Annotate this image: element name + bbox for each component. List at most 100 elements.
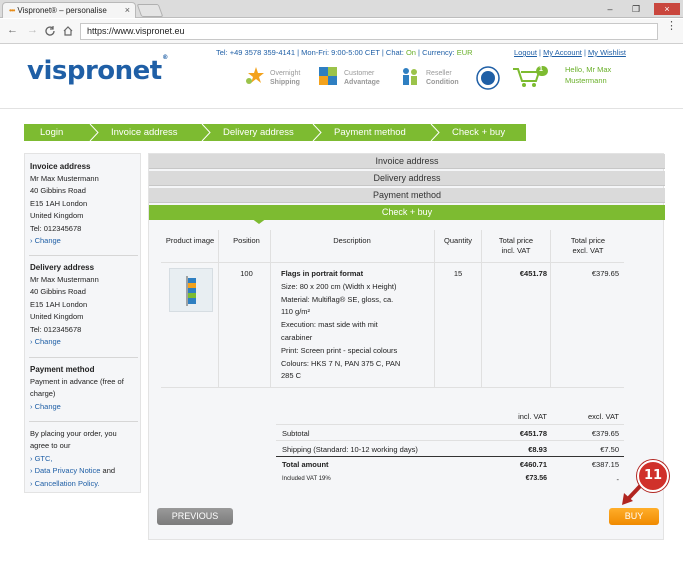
usp-1-line1: Overnight (270, 70, 301, 77)
total-label: Total amount (282, 460, 329, 469)
previous-button[interactable]: PREVIOUS (157, 508, 233, 525)
invoice-line: United Kingdom (30, 211, 84, 221)
step-payment-method[interactable]: Payment method (318, 124, 440, 141)
col-position: Position (233, 236, 260, 245)
cancellation-policy-link[interactable]: › Cancellation Policy. (30, 478, 138, 490)
vispronet-logo[interactable]: vispronet ® (27, 54, 168, 86)
delivery-change-link[interactable]: › Change (30, 336, 138, 348)
step-number-badge: 11 (637, 460, 669, 492)
sidebar-payment-title: Payment method (30, 365, 95, 374)
back-arrow-icon[interactable]: ← (7, 24, 18, 36)
table-divider (161, 262, 624, 263)
col-incl-line2: incl. VAT (501, 246, 531, 255)
gtc-link[interactable]: › GTC, (30, 453, 138, 465)
item-detail: Size: 80 x 200 cm (Width x Height) (281, 281, 397, 291)
vat-label: Included VAT 19% (282, 476, 331, 482)
sidebar-terms: By placing your order, you agree to our … (30, 428, 138, 490)
tab-close-icon[interactable]: × (125, 5, 130, 15)
delivery-line: E15 1AH London (30, 299, 88, 309)
col-incl-line1: Total price (498, 236, 534, 245)
people-icon (403, 68, 417, 85)
vat-incl: €73.56 (525, 475, 547, 482)
summary-incl-header: incl. VAT (518, 412, 547, 421)
buy-button[interactable]: BUY (609, 508, 659, 525)
phone-number: Tel: +49 3578 359-4141 (216, 48, 296, 57)
total-incl: €460.71 (519, 460, 547, 469)
subtotal-incl: €451.78 (519, 429, 547, 438)
my-wishlist-link[interactable]: My Wishlist (588, 48, 626, 57)
privacy-notice-link[interactable]: › Data Privacy Notice (30, 466, 100, 475)
greeting-line1: Hello, Mr Max (565, 65, 612, 74)
my-account-link[interactable]: My Account (543, 48, 582, 57)
sidebar-delivery-title: Delivery address (30, 263, 95, 272)
business-hours: Mon-Fri: 9:00-5:00 CET (301, 48, 380, 57)
logout-link[interactable]: Logout (514, 48, 537, 57)
minimize-button[interactable]: – (604, 4, 616, 14)
col-total-excl: Total price excl. VAT (553, 236, 623, 256)
sidebar-divider (29, 421, 138, 422)
url-input[interactable]: https://www.vispronet.eu (80, 23, 658, 40)
tab-loading-icon: ••• (9, 6, 15, 15)
sidebar-delivery-address: Delivery address Mr Max Mustermann 40 Gi… (30, 262, 138, 348)
active-step-pointer (251, 218, 267, 224)
table-col-line (481, 230, 482, 387)
logo-registered-mark: ® (162, 54, 168, 61)
item-quantity: 15 (453, 269, 463, 278)
step-delivery-address[interactable]: Delivery address (207, 124, 322, 141)
browser-tab[interactable]: ••• Vispronet® – personalise × (2, 2, 136, 18)
logo-text: vispronet (27, 56, 162, 86)
shipping-label: Shipping (Standard: 10-12 working days) (282, 445, 418, 454)
table-col-line (550, 230, 551, 387)
accordion-payment-method[interactable]: Payment method (149, 188, 665, 203)
checkout-steps: Login Invoice address Delivery address P… (24, 124, 526, 141)
item-detail: carabiner (281, 332, 313, 342)
reload-icon[interactable] (44, 25, 56, 37)
terms-line: agree to our (30, 441, 71, 451)
accordion-check-buy[interactable]: Check + buy (149, 205, 665, 220)
step-check-label: Check + buy (452, 127, 506, 138)
account-links: Logout | My Account | My Wishlist (514, 48, 626, 57)
forward-arrow-icon[interactable]: → (27, 24, 38, 36)
window-close-button[interactable]: × (654, 3, 680, 15)
usp-2-line1: Customer (344, 70, 375, 77)
header-divider (0, 108, 683, 109)
step-login[interactable]: Login (24, 124, 99, 141)
home-icon[interactable] (62, 25, 74, 37)
product-thumbnail[interactable] (169, 268, 213, 312)
browser-menu-icon[interactable]: ⋮ (666, 21, 677, 32)
subtotal-excl: €379.65 (591, 429, 619, 438)
usp-3-line1: Reseller (426, 70, 452, 77)
checkout-main-panel: Invoice address Delivery address Payment… (148, 153, 665, 540)
address-bar-row: ← → https://www.vispronet.eu ⋮ (0, 19, 683, 44)
total-divider (276, 456, 624, 457)
step-invoice-address[interactable]: Invoice address (95, 124, 211, 141)
col-description: Description (333, 236, 371, 245)
terms-and: and (102, 466, 116, 476)
currency-value[interactable]: EUR (457, 48, 473, 57)
payment-line: Payment in advance (free of (30, 377, 124, 386)
accordion-delivery-address[interactable]: Delivery address (149, 171, 665, 186)
user-greeting: Hello, Mr Max Mustermann (565, 64, 611, 86)
invoice-change-link[interactable]: › Change (30, 235, 138, 247)
accordion-invoice-address[interactable]: Invoice address (149, 154, 665, 169)
step-check-buy[interactable]: Check + buy (436, 124, 526, 141)
item-description: Flags in portrait format Size: 80 x 200 … (281, 268, 433, 383)
shopping-cart[interactable]: 1 (512, 65, 548, 89)
step-payment-label: Payment method (334, 127, 406, 138)
summary-excl-header: excl. VAT (588, 412, 619, 421)
shipping-incl: €8.93 (528, 445, 547, 454)
terms-line: By placing your order, you (30, 429, 117, 438)
subtotal-label: Subtotal (282, 429, 310, 438)
new-tab-button[interactable] (136, 4, 164, 17)
flag-product-icon (186, 276, 196, 306)
chat-status[interactable]: On (406, 48, 416, 57)
item-detail: 110 g/m² (281, 307, 311, 317)
restore-button[interactable]: ❐ (630, 4, 642, 14)
item-price-incl: €451.78 (519, 269, 547, 278)
currency-label: Currency: (422, 48, 455, 57)
usp-2-line2: Advantage (344, 79, 380, 86)
item-position: 100 (240, 269, 253, 278)
summary-divider (276, 424, 624, 425)
payment-change-link[interactable]: › Change (30, 401, 138, 413)
vat-excl: - (616, 475, 620, 484)
